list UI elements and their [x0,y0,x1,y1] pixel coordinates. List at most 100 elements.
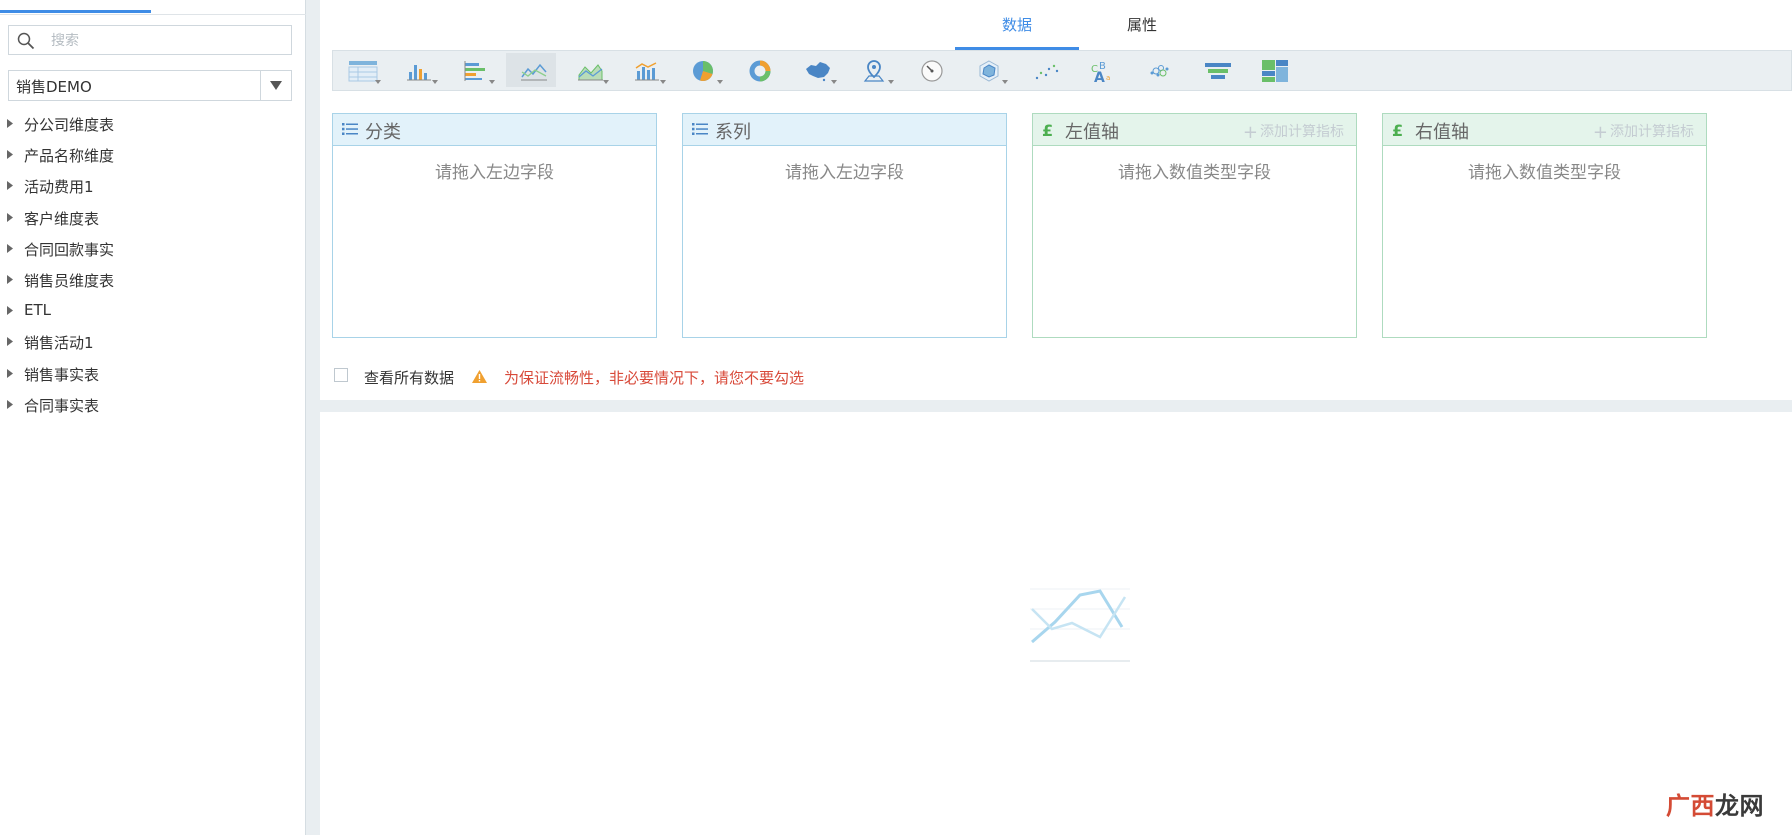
line-chart-icon [521,63,547,81]
expand-arrow-icon [7,337,13,347]
column-chart-icon [407,65,438,84]
warning-icon [472,370,487,383]
expand-arrow-icon [7,368,13,378]
tree-item[interactable]: 合同事实表 [0,393,306,424]
pie-chart-button[interactable] [677,53,727,87]
left-panel-tabbar [0,0,306,15]
chart-preview-area: 广西龙网 [320,412,1792,835]
right-axis-panel-title: 右值轴 [1415,122,1469,143]
add-calc-metric-label: 添加计算指标 [1260,124,1344,140]
svg-text:£: £ [1392,122,1403,138]
tab-attributes[interactable]: 属性 [1080,0,1204,50]
expand-arrow-icon [7,306,13,316]
tree-item-label: 销售活动1 [24,334,94,353]
expand-arrow-icon [7,243,13,253]
tree-item[interactable]: 合同回款事实 [0,237,306,268]
area-chart-button[interactable] [563,53,613,87]
word-cloud-button[interactable]: C B A a [1076,53,1126,87]
search-icon [17,32,35,50]
donut-chart-button[interactable] [734,53,784,87]
gis-map-button[interactable] [848,53,898,87]
series-drop-hint: 请拖入左边字段 [785,163,904,183]
series-panel-title: 系列 [715,122,751,143]
svg-text:£: £ [1042,122,1053,138]
database-dropdown-button[interactable] [260,71,291,100]
tree-item[interactable]: 活动费用1 [0,174,306,205]
scatter-chart-icon [1035,64,1059,80]
plus-icon: + [1242,122,1258,143]
right-axis-panel[interactable]: £ 右值轴 + 添加计算指标 请拖入数值类型字段 [1382,113,1707,338]
tab-data[interactable]: 数据 [955,0,1079,50]
radar-chart-button[interactable] [962,53,1012,87]
radar-chart-icon [979,60,1008,84]
word-cloud-icon: C B A a [1091,61,1110,85]
left-axis-panel-title: 左值轴 [1065,122,1119,143]
watermark-text-1: 广西 [1666,792,1715,820]
add-calc-metric-label: 添加计算指标 [1610,124,1694,140]
category-panel-title: 分类 [365,122,401,143]
funnel-chart-button[interactable] [1190,53,1240,87]
gauge-chart-button[interactable] [905,53,955,87]
combo-chart-icon [635,62,666,84]
add-calc-metric-button[interactable]: + 添加计算指标 [1593,121,1694,143]
donut-chart-icon [749,60,771,82]
search-box[interactable] [8,25,292,55]
tree-item-label: 客户维度表 [24,209,100,228]
view-all-data-checkbox[interactable] [334,368,348,382]
series-panel-header: 系列 [683,114,1006,146]
watermark-text-2: 龙网 [1715,792,1764,820]
bubble-chart-button[interactable] [1133,53,1183,87]
series-panel[interactable]: 系列 请拖入左边字段 [682,113,1007,338]
list-icon [692,123,708,135]
database-select[interactable]: 销售DEMO [8,70,292,101]
config-tabs: 数据 属性 [320,0,1792,50]
tree-item[interactable]: 销售事实表 [0,362,306,393]
add-calc-metric-button[interactable]: + 添加计算指标 [1243,121,1344,143]
left-axis-drop-hint: 请拖入数值类型字段 [1118,163,1271,183]
scatter-chart-button[interactable] [1019,53,1069,87]
category-drop-hint: 请拖入左边字段 [435,163,554,183]
map-chart-button[interactable] [791,53,841,87]
right-axis-panel-header: £ 右值轴 + 添加计算指标 [1383,114,1706,146]
table-chart-button[interactable] [335,53,385,87]
right-axis-drop-hint: 请拖入数值类型字段 [1468,163,1621,183]
funnel-chart-icon [1205,63,1231,79]
search-input[interactable] [49,30,289,52]
column-chart-button[interactable] [392,53,442,87]
view-all-data-label[interactable]: 查看所有数据 [364,367,454,388]
line-chart-button[interactable] [506,53,556,87]
left-panel-active-indicator [0,10,151,13]
chart-type-toolbar: C B A a [332,50,1792,91]
treemap-icon [1262,60,1288,82]
area-chart-icon [578,64,609,84]
tree-item[interactable]: 产品名称维度 [0,143,306,174]
treemap-button[interactable] [1247,53,1297,87]
empty-chart-placeholder-icon [1030,588,1130,662]
bubble-chart-icon [1150,65,1169,77]
tree-item[interactable]: 销售活动1 [0,330,306,361]
left-axis-panel-header: £ 左值轴 + 添加计算指标 [1033,114,1356,146]
tree-item[interactable]: ETL [0,299,306,330]
list-icon [342,123,358,135]
tree-item[interactable]: 销售员维度表 [0,268,306,299]
pound-icon: £ [1042,122,1053,138]
tree-item[interactable]: 分公司维度表 [0,112,306,143]
left-axis-panel[interactable]: £ 左值轴 + 添加计算指标 请拖入数值类型字段 [1032,113,1357,338]
pound-icon: £ [1392,122,1403,138]
combo-chart-button[interactable] [620,53,670,87]
tree-item-label: 分公司维度表 [24,116,115,134]
chevron-down-icon [270,81,282,90]
view-all-data-warning: 为保证流畅性，非必要情况下，请您不要勾选 [504,369,805,387]
gis-map-icon [863,60,894,84]
expand-arrow-icon [7,212,13,222]
expand-arrow-icon [7,119,13,128]
category-panel[interactable]: 分类 请拖入左边字段 [332,113,657,338]
bar-chart-button[interactable] [449,53,499,87]
gauge-icon [921,60,943,82]
chart-config-area: 数据 属性 C B A a 分类 请拖入左边字段 系列 请拖入左边字段 £ 左值… [320,0,1792,400]
bar-chart-icon [464,61,495,84]
tree-item-label: 销售事实表 [24,365,100,384]
tree-item-label: ETL [24,301,51,320]
expand-arrow-icon [7,150,13,160]
tree-item[interactable]: 客户维度表 [0,206,306,237]
